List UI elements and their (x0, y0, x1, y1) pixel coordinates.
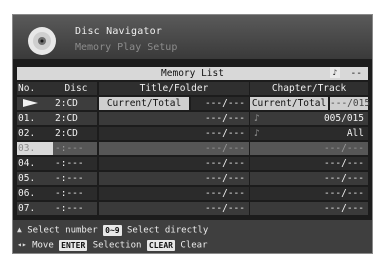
column-header-row: No. Disc Title/Folder Chapter/Track (17, 82, 368, 95)
memory-note-icon: ♪ (330, 67, 340, 78)
row-chapter-cell: ♪ All (250, 127, 368, 140)
row-chapter-cell: ---/--- (250, 187, 368, 200)
current-disc: 2:CD (53, 97, 97, 110)
row-disc: -:--- (53, 142, 97, 155)
enter-key-badge: ENTER (59, 239, 88, 251)
row-title: ---/--- (99, 202, 249, 215)
row-disc: -:--- (53, 172, 97, 185)
memory-row[interactable]: 07. -:--- ---/--- ---/--- (17, 202, 368, 215)
column-header-chapter: Chapter/Track (250, 82, 368, 95)
memory-counter: -- (350, 68, 362, 79)
header-bar: Disc Navigator Memory Play Setup (13, 15, 372, 59)
row-chapter: All (346, 128, 364, 139)
row-chapter-cell: ---/--- (250, 172, 368, 185)
column-header-title: Title/Folder (99, 82, 249, 95)
chapter-current-total-value: ---/015 (330, 97, 371, 110)
left-right-arrow-icon: ◂▸ (17, 240, 27, 249)
row-disc: -:--- (53, 202, 97, 215)
row-number: 05. (17, 172, 53, 185)
memory-row[interactable]: 05. -:--- ---/--- ---/--- (17, 172, 368, 185)
column-header-disc: Disc (53, 82, 97, 95)
music-note-icon: ♪ (254, 128, 260, 139)
row-disc: 2:CD (53, 112, 97, 125)
digit-key-badge: 0~9 (103, 224, 122, 236)
memory-list-title-text: Memory List (161, 68, 224, 79)
row-title: ---/--- (99, 157, 249, 170)
help-clear: Clear (180, 240, 208, 251)
row-number: 06. (17, 187, 53, 200)
screenshot-frame: Disc Navigator Memory Play Setup Memory … (0, 0, 385, 269)
memory-list-title-row: Memory List ♪ -- (17, 67, 368, 80)
row-disc: 2:CD (53, 127, 97, 140)
current-chapter-cell: Current/Total ---/015 (250, 97, 371, 110)
screen-subtitle: Memory Play Setup (75, 42, 178, 53)
row-chapter: ---/--- (323, 173, 364, 184)
play-icon (23, 99, 38, 107)
row-chapter: ---/--- (323, 158, 364, 169)
title-current-total-value: ---/--- (191, 97, 249, 110)
row-chapter-cell: ♪ 005/015 (250, 112, 368, 125)
up-down-arrow-icon: ▲ (17, 225, 22, 234)
memory-row[interactable]: 04. -:--- ---/--- ---/--- (17, 157, 368, 170)
help-move: Move (32, 240, 54, 251)
current-disc-row[interactable]: 2:CD Current/Total ---/--- Current/Total… (17, 97, 371, 110)
row-title: ---/--- (99, 172, 249, 185)
row-number: 04. (17, 157, 53, 170)
row-chapter-cell: ---/--- (250, 142, 368, 155)
current-title-cell: Current/Total ---/--- (99, 97, 249, 110)
music-note-icon: ♪ (254, 113, 260, 124)
row-disc: -:--- (53, 157, 97, 170)
row-title: ---/--- (99, 187, 249, 200)
title-current-total-label: Current/Total (99, 97, 189, 110)
row-chapter: 005/015 (323, 113, 364, 124)
help-line-2: ◂▸ Move ENTER Selection CLEAR Clear (17, 238, 208, 252)
row-title: ---/--- (99, 127, 249, 140)
row-title: ---/--- (99, 112, 249, 125)
row-disc: -:--- (53, 187, 97, 200)
current-cell (17, 97, 53, 110)
app-title: Disc Navigator (75, 26, 163, 37)
help-line-1: ▲ Select number 0~9 Select directly (17, 223, 208, 237)
disc-icon (28, 27, 56, 55)
memory-list-table: Memory List ♪ -- No. Disc Title/Folder C… (17, 67, 371, 217)
help-select-number: Select number (27, 225, 98, 236)
row-chapter: ---/--- (323, 188, 364, 199)
tv-screen: Disc Navigator Memory Play Setup Memory … (12, 14, 373, 254)
row-number: 03. (17, 142, 53, 155)
memory-row[interactable]: 03. -:--- ---/--- ---/--- (17, 142, 368, 155)
row-chapter-cell: ---/--- (250, 157, 368, 170)
row-number: 01. (17, 112, 53, 125)
help-selection: Selection (92, 240, 142, 251)
row-title: ---/--- (99, 142, 249, 155)
row-number: 02. (17, 127, 53, 140)
row-chapter: ---/--- (323, 143, 364, 154)
row-chapter: ---/--- (323, 203, 364, 214)
memory-row[interactable]: 02. 2:CD ---/--- ♪ All (17, 127, 368, 140)
memory-rows: 01. 2:CD ---/--- ♪ 005/015 02. 2:CD ---/--- ♪ All… (17, 112, 368, 215)
row-number: 07. (17, 202, 53, 215)
memory-row[interactable]: 06. -:--- ---/--- ---/--- (17, 187, 368, 200)
help-select-directly: Select directly (127, 225, 209, 236)
clear-key-badge: CLEAR (146, 239, 175, 251)
column-header-no: No. (17, 82, 53, 95)
memory-row[interactable]: 01. 2:CD ---/--- ♪ 005/015 (17, 112, 368, 125)
help-footer: ▲ Select number 0~9 Select directly ◂▸ M… (13, 220, 372, 253)
memory-list-title: Memory List ♪ -- (17, 67, 368, 80)
chapter-current-total-label: Current/Total (250, 97, 328, 110)
row-chapter-cell: ---/--- (250, 202, 368, 215)
